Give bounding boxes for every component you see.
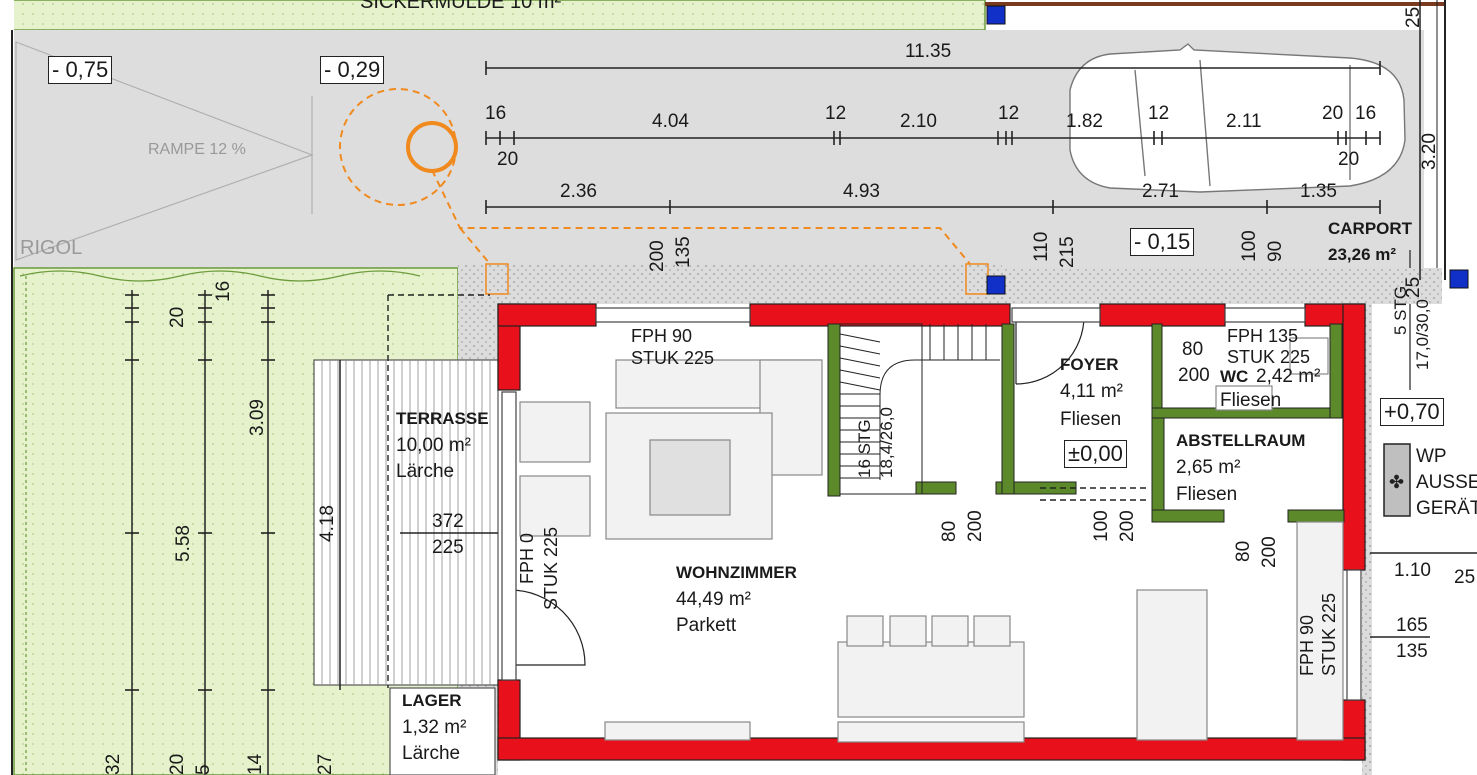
dimension-text: 100 (1239, 230, 1260, 262)
window-spec: STUK 225 (541, 526, 561, 610)
dimension-text: 5.58 (173, 525, 194, 562)
gravel-strip (458, 264, 1002, 304)
terrasse-name: TERRASSE (396, 409, 489, 428)
lager-material: Lärche (402, 743, 461, 764)
dimension-text: 20 (167, 306, 188, 328)
dimension-text: 200 (1178, 365, 1210, 386)
dimension-text: 200 (965, 510, 986, 542)
sickermulde-label: SICKERMULDE 10 m² (360, 0, 562, 13)
window-spec: FPH 0 (517, 532, 537, 584)
dimension-text: 200 (647, 240, 668, 272)
terrasse-material: Lärche (396, 461, 455, 482)
dimension-text: 200 (1117, 510, 1138, 542)
dimension-text: 16 (1355, 103, 1377, 124)
window-spec: STUK 225 (631, 348, 715, 368)
dimension-text: 1.10 (1394, 560, 1431, 581)
wohnzimmer-material: Parkett (676, 615, 737, 636)
window-spec: FPH 90 (1297, 614, 1317, 676)
foyer-material: Fliesen (1060, 409, 1122, 430)
wp-label: AUSSEN (1416, 472, 1477, 493)
dimension-text: 2.71 (1142, 181, 1179, 202)
wp-label: WP (1416, 446, 1447, 467)
rigol-label: RIGOL (20, 237, 83, 259)
wp-label: GERÄT (1416, 498, 1477, 519)
stair-label: 16 STG (855, 419, 874, 478)
dimension-text: 5 (193, 764, 214, 775)
level-marker: ±0,00 (1064, 440, 1127, 468)
dimension-text: 20 (167, 753, 188, 775)
abstellraum-material: Fliesen (1176, 484, 1238, 505)
dimension-text: 20 (1338, 149, 1360, 170)
dimension-text: 80 (1233, 540, 1254, 562)
dimension-text: 4.93 (843, 181, 880, 202)
level-marker: - 0,15 (1130, 228, 1195, 256)
wc-area: 2,42 m² (1256, 366, 1321, 387)
level-marker: - 0,75 (48, 56, 113, 84)
window-spec: STUK 225 (1227, 347, 1311, 367)
dimension-text: 200 (1259, 536, 1280, 568)
level-marker: - 0,29 (320, 56, 385, 84)
dimension-text: 20 (497, 149, 519, 170)
carport-area: 23,26 m² (1328, 245, 1397, 264)
dimension-text: 2.10 (900, 111, 937, 132)
lager-name: LAGER (402, 691, 462, 710)
dimension-text: 372 (432, 511, 464, 532)
wohnzimmer-name: WOHNZIMMER (676, 563, 797, 582)
level-marker: +0,70 (1380, 398, 1444, 426)
abstellraum-name: ABSTELLRAUM (1176, 431, 1306, 450)
dimension-text: 2.11 (1226, 111, 1262, 132)
dimension-text: 215 (1057, 236, 1078, 268)
window-spec: FPH 90 (631, 326, 693, 346)
dimension-text: 3.20 (1419, 133, 1440, 170)
dimension-text: 90 (1265, 240, 1286, 262)
dimension-text: 16 (213, 280, 234, 302)
dimension-text: 12 (998, 103, 1020, 124)
dimension-text: 32 (103, 753, 124, 775)
dimension-text: 27 (315, 753, 336, 775)
dimension-text: 12 (1148, 103, 1170, 124)
dimension-text: 100 (1091, 510, 1112, 542)
dimension-text: 225 (432, 537, 464, 558)
step-label: 5 STG (1391, 285, 1410, 335)
terrasse-area: 10,00 m² (396, 435, 471, 456)
abstellraum-area: 2,65 m² (1176, 457, 1241, 478)
dimension-text: 25 (1403, 6, 1424, 28)
dimension-text: 80 (1182, 339, 1204, 360)
dimension-text: 25 (1454, 567, 1476, 588)
window-spec: FPH 135 (1227, 326, 1299, 346)
dimension-text: 16 (485, 103, 507, 124)
dimension-text: 14 (245, 753, 266, 775)
svg-text:✤: ✤ (1389, 472, 1404, 493)
dimension-text: 4.04 (652, 111, 689, 132)
dimension-text: 80 (939, 520, 960, 542)
foyer-area: 4,11 m² (1060, 381, 1124, 402)
stair-label: 18,4/26,0 (877, 407, 896, 478)
dimension-text: 4.18 (317, 505, 338, 542)
dimension-text: 165 (1396, 615, 1428, 636)
dimension-text: 135 (1396, 641, 1428, 662)
dimension-text: 1.35 (1300, 181, 1337, 202)
dimension-text: 110 (1031, 231, 1052, 262)
dimension-text: 20 (1322, 103, 1344, 124)
ramp-label: RAMPE 12 % (148, 141, 246, 158)
dimension-text: 3.09 (247, 399, 268, 436)
window-spec: STUK 225 (1319, 592, 1339, 676)
wc-name: WC (1220, 367, 1249, 386)
dimension-text: 135 (673, 236, 694, 268)
dimension-text: 1.82 (1066, 111, 1103, 132)
dimension-text: 11.35 (905, 41, 952, 62)
wohnzimmer-area: 44,49 m² (676, 589, 751, 610)
wc-material: Fliesen (1220, 390, 1282, 411)
dimension-text: 12 (825, 103, 847, 124)
carport-name: CARPORT (1328, 219, 1413, 238)
step-label: 17,0/30,0 (1413, 299, 1432, 370)
lager-area: 1,32 m² (402, 717, 467, 738)
foyer-name: FOYER (1060, 355, 1119, 374)
dimension-text: 2.36 (560, 181, 597, 202)
